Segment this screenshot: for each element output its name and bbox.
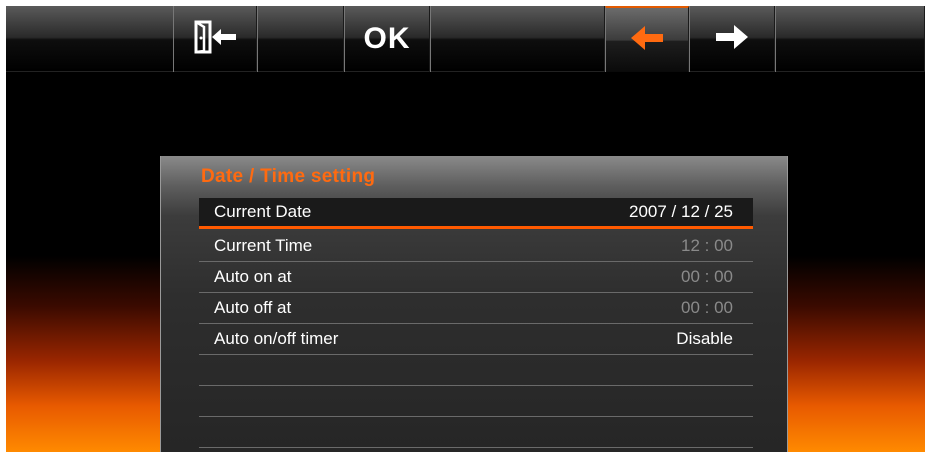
setting-label: Auto on/off timer (214, 329, 339, 348)
setting-value: 12 : 00 (681, 236, 733, 255)
panel-title: Date / Time setting (201, 166, 376, 187)
setting-row-empty (199, 355, 753, 386)
setting-label: Auto on at (214, 267, 292, 286)
exit-door-arrow-icon (190, 20, 240, 59)
setting-row-auto-on-off-timer[interactable]: Auto on/off timer Disable (199, 324, 753, 355)
setting-row-current-date[interactable]: Current Date 2007 / 12 / 25 (199, 198, 753, 229)
toolbar-empty-slot (257, 6, 344, 72)
previous-button[interactable] (605, 6, 689, 72)
setting-label: Current Date (214, 202, 312, 221)
device-screen: OK Date / Time setting Current Date 2007… (6, 6, 925, 452)
setting-row-auto-off-at[interactable]: Auto off at 00 : 00 (199, 293, 753, 324)
ok-button-label: OK (363, 22, 411, 55)
setting-label: Current Time (214, 236, 313, 255)
date-time-settings-panel: Date / Time setting Current Date 2007 / … (160, 156, 788, 452)
toolbar: OK (6, 6, 925, 72)
setting-value: 00 : 00 (681, 267, 733, 286)
next-button[interactable] (689, 6, 775, 72)
setting-label: Auto off at (214, 298, 292, 317)
setting-row-auto-on-at[interactable]: Auto on at 00 : 00 (199, 262, 753, 293)
setting-value: 00 : 00 (681, 298, 733, 317)
toolbar-empty-slot (430, 6, 605, 72)
setting-row-current-time[interactable]: Current Time 12 : 00 (199, 231, 753, 262)
setting-row-empty (199, 386, 753, 417)
setting-value: 2007 / 12 / 25 (629, 202, 733, 221)
setting-value: Disable (676, 329, 733, 348)
arrow-right-icon (714, 23, 750, 56)
arrow-left-icon (629, 24, 665, 57)
toolbar-empty-slot (775, 6, 925, 72)
ok-button[interactable]: OK (344, 6, 430, 72)
exit-button[interactable] (173, 6, 257, 72)
setting-row-empty (199, 417, 753, 448)
